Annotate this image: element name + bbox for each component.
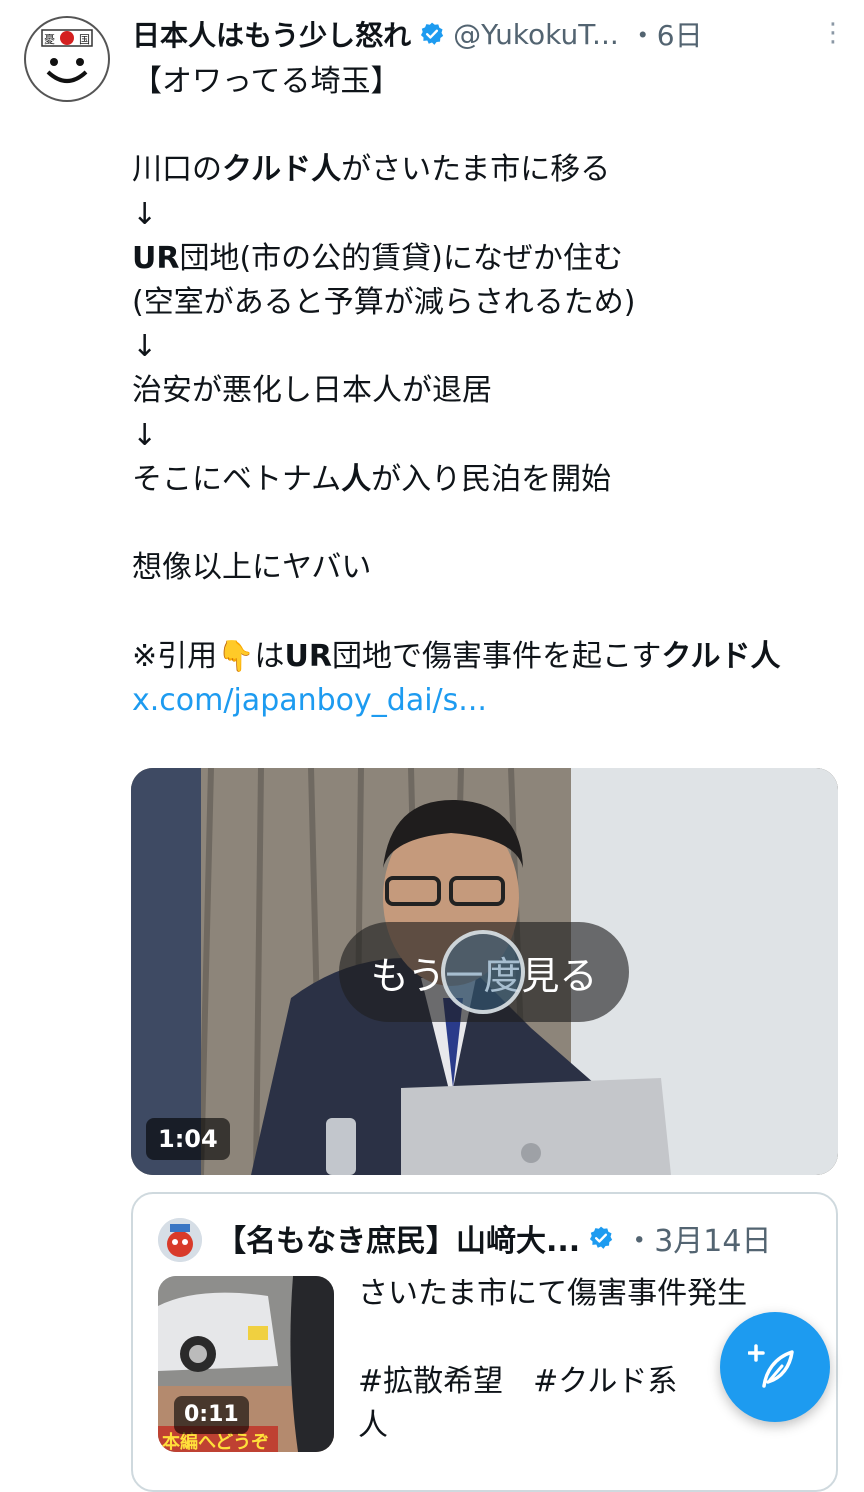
body-bold-text: 人 (341, 461, 372, 497)
video-duration: 1:04 (146, 1118, 230, 1160)
body-line: 【オワってる埼玉】 (132, 64, 401, 99)
body-text: 治安が悪化し日本人が退居 (132, 373, 492, 409)
arrow-text: ↓ (132, 417, 158, 453)
tweet-header: 日本人はもう少し怒れ @YukokuT... ・6日 ⋮ (132, 14, 846, 54)
body-bold-text: クルド人 (661, 638, 781, 674)
thumbnail-caption: 本編へどうぞ (162, 1431, 269, 1452)
arrow-text: ↓ (132, 196, 158, 232)
quoted-header: 【名もなき庶民】山﨑大... ・3月14日 (216, 1216, 794, 1260)
body-text: は (254, 638, 285, 674)
body-text: ※引用 (132, 638, 218, 674)
body-bold-text: クルド人 (222, 152, 342, 188)
compose-feather-plus-icon (748, 1344, 794, 1388)
author-handle[interactable]: @YukokuT... (453, 18, 619, 51)
body-bold-text: UR (284, 638, 332, 674)
pointing-down-emoji-icon: 👇 (217, 638, 255, 674)
body-text: (空室があると予算が減らされるため) (132, 285, 636, 321)
body-text: 想像以上にヤバい (132, 550, 372, 586)
quoted-author-name[interactable]: 【名もなき庶民】山﨑大... (216, 1216, 580, 1260)
body-text: そこにベトナム (132, 461, 342, 497)
author-avatar[interactable]: 憂 国 (24, 16, 110, 102)
arrow-text: ↓ (132, 329, 158, 365)
avatar-face-icon: 憂 国 (41, 29, 93, 83)
quoted-avatar-icon (158, 1218, 202, 1262)
body-text: がさいたま市に移る (341, 152, 611, 188)
body-text: が入り民泊を開始 (371, 461, 612, 497)
body-text: 川口の (132, 152, 222, 188)
tweet-body: 【オワってる埼玉】 川口のクルド人がさいたま市に移る ↓ UR団地(市の公的賃貸… (132, 60, 837, 723)
body-text: 団地(市の公的賃貸)になぜか住む (179, 240, 623, 276)
author-name[interactable]: 日本人はもう少し怒れ (132, 14, 411, 54)
verified-badge-icon (590, 1226, 613, 1249)
play-icon[interactable] (441, 930, 525, 1014)
tweet-link[interactable]: x.com/japanboy_dai/s... (132, 683, 487, 718)
svg-text:国: 国 (79, 33, 90, 46)
quoted-author-avatar[interactable] (158, 1218, 202, 1262)
body-text: 団地で傷害事件を起こす (331, 638, 662, 674)
avatar-lettering: 憂 (44, 33, 55, 46)
verified-badge-icon (421, 22, 444, 45)
compose-button[interactable] (720, 1312, 830, 1422)
quoted-video-duration: 0:11 (174, 1396, 249, 1434)
more-options-icon[interactable]: ⋮ (820, 18, 846, 48)
body-bold-text: UR (132, 240, 180, 276)
quoted-time[interactable]: ・3月14日 (624, 1216, 771, 1260)
tweet-time[interactable]: ・6日 (629, 14, 703, 54)
